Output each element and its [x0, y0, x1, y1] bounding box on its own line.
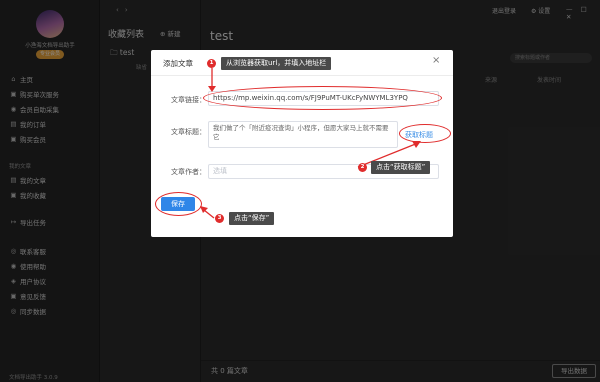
- url-highlight-ellipse: [203, 86, 442, 110]
- title-textarea[interactable]: 我们做了个「附近疫况查询」小程序，但愿大家马上就不需要它: [208, 121, 398, 148]
- annotation-label-2: 点击“获取标题”: [371, 161, 431, 174]
- author-label: 文章作者：: [171, 168, 206, 176]
- title-label: 文章标题：: [171, 128, 206, 136]
- close-icon[interactable]: ×: [432, 55, 440, 66]
- annotation-step-1: 1: [207, 59, 216, 68]
- save-highlight-ellipse: [155, 192, 202, 216]
- annotation-label-1: 从浏览器获取url，并填入地址栏: [221, 57, 332, 70]
- annotation-label-3: 点击“保存”: [229, 212, 275, 225]
- annotation-step-2: 2: [358, 163, 367, 172]
- dialog-title: 添加文章: [163, 59, 193, 68]
- annotation-step-3: 3: [215, 214, 224, 223]
- fetch-title-highlight-ellipse: [399, 124, 451, 143]
- dialog-divider: [151, 75, 453, 76]
- url-label: 文章链接：: [171, 96, 206, 104]
